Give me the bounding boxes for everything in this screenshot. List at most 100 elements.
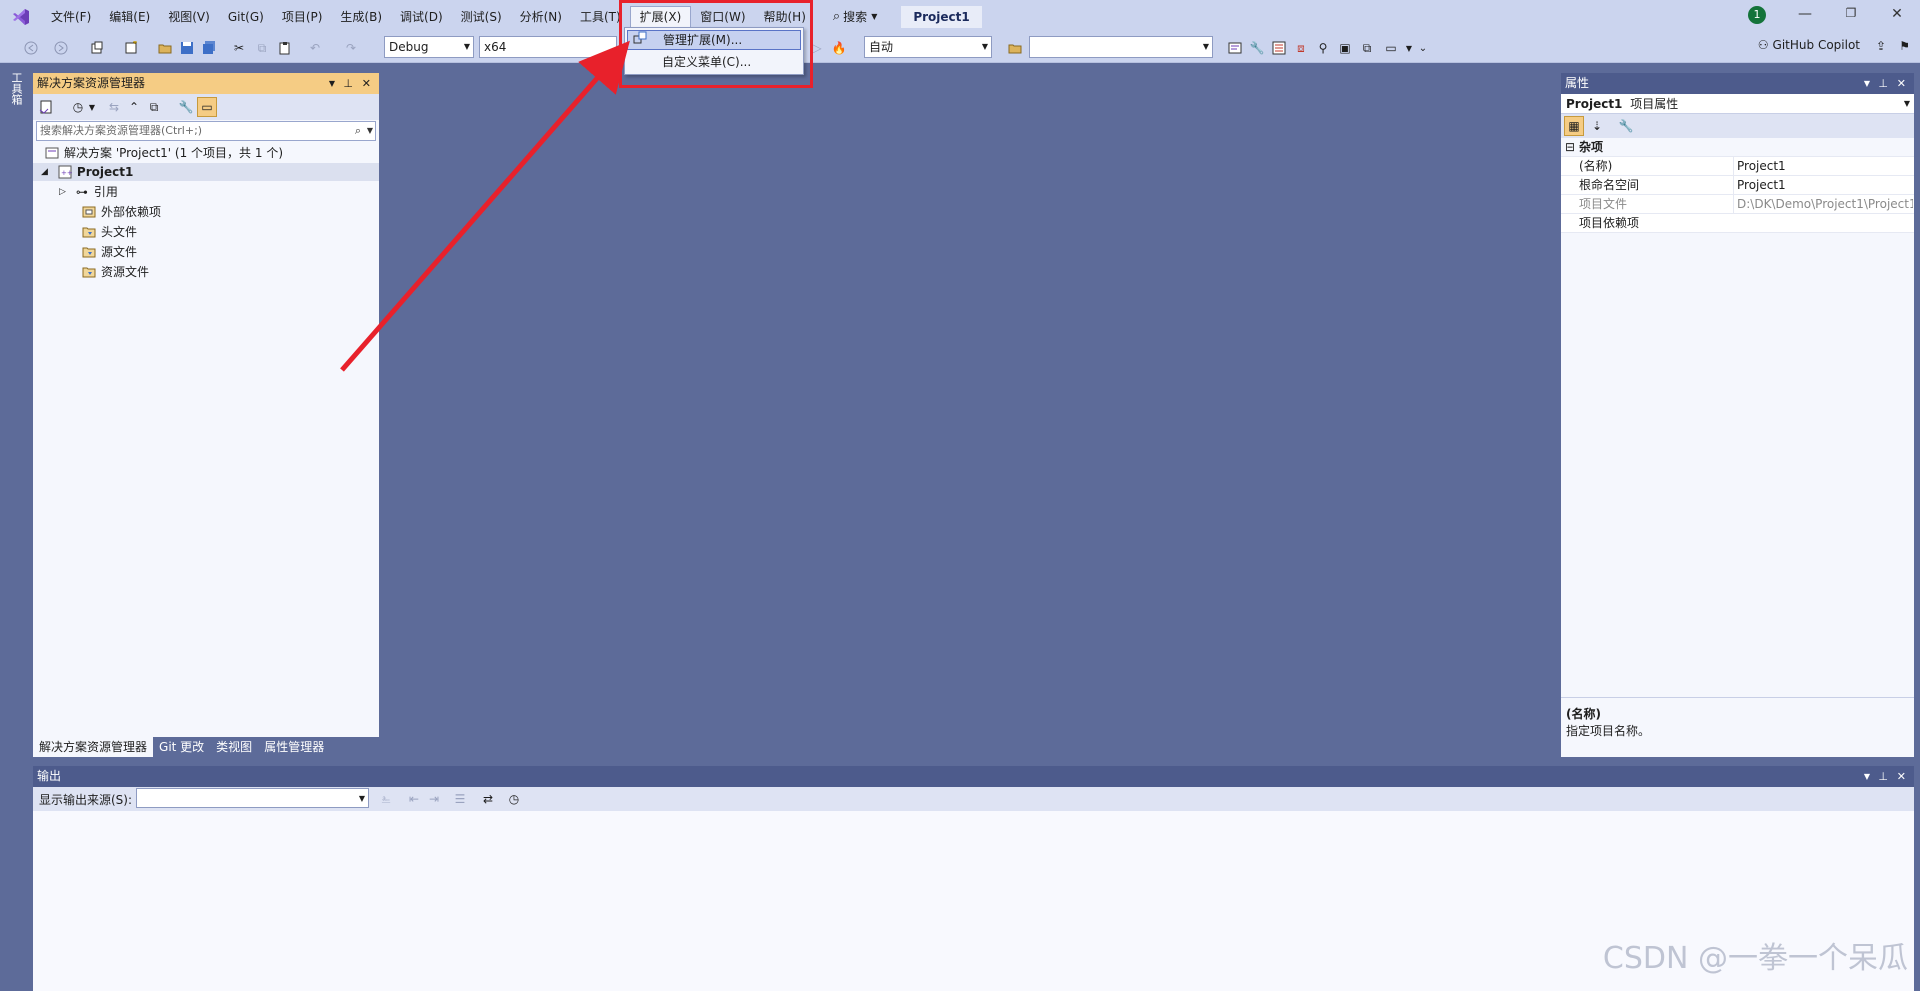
object-browser-icon[interactable]: ⧉: [1358, 39, 1376, 57]
chevron-down-icon[interactable]: ▼: [1864, 766, 1870, 787]
show-all-files-icon[interactable]: ⧉: [145, 98, 163, 116]
tree-solution-node[interactable]: 解决方案 'Project1' (1 个项目，共 1 个): [45, 144, 283, 162]
open-folder-icon[interactable]: [156, 39, 174, 57]
save-icon[interactable]: [178, 39, 196, 57]
close-icon[interactable]: ✕: [1897, 766, 1906, 787]
tree-project-node[interactable]: ◢ ++ Project1: [33, 163, 379, 181]
tree-node-references[interactable]: ▷ ⊶ 引用: [59, 183, 118, 201]
menu-analyze[interactable]: 分析(N): [511, 6, 571, 28]
property-value[interactable]: Project1: [1733, 176, 1913, 195]
restore-button[interactable]: ❐: [1836, 6, 1866, 26]
pin-icon[interactable]: ⊥: [1878, 73, 1888, 94]
solution-explorer-title-bar[interactable]: 解决方案资源管理器 ▼ ⊥ ✕: [33, 73, 379, 94]
solution-tree: 解决方案 'Project1' (1 个项目，共 1 个) ◢ ++ Proje…: [33, 142, 379, 722]
cut-icon[interactable]: ✂: [230, 39, 248, 57]
solution-explorer-search-input[interactable]: 搜索解决方案资源管理器(Ctrl+;) ⌕ ▼: [36, 121, 376, 141]
cpp-project-icon: ++: [58, 165, 72, 179]
find-in-files-icon[interactable]: [1006, 39, 1024, 57]
property-pages-icon[interactable]: [1270, 39, 1288, 57]
properties-wrench-icon[interactable]: 🔧: [177, 98, 195, 116]
visual-studio-logo-icon[interactable]: [10, 6, 32, 28]
properties-wrench-icon[interactable]: 🔧: [1248, 39, 1266, 57]
layout-icon[interactable]: ▭: [1382, 39, 1400, 57]
solution-explorer-icon[interactable]: [1226, 39, 1244, 57]
chevron-down-icon: ▼: [981, 42, 988, 51]
collapse-all-icon[interactable]: ⌃: [125, 98, 143, 116]
paste-icon[interactable]: [276, 39, 294, 57]
preview-selected-icon[interactable]: ▭: [197, 97, 217, 117]
hot-reload-icon[interactable]: 🔥: [830, 39, 848, 57]
properties-title-bar[interactable]: 属性 ▼ ⊥ ✕: [1561, 73, 1914, 94]
collapse-box-icon[interactable]: ⊟: [1565, 138, 1575, 157]
category-row[interactable]: ⊟ 杂项: [1561, 138, 1914, 157]
menu-debug[interactable]: 调试(D): [391, 6, 452, 28]
categorized-icon[interactable]: ▦: [1564, 116, 1584, 136]
back-icon[interactable]: [22, 39, 40, 57]
toolbar-options-icon[interactable]: ⌄: [1414, 39, 1432, 57]
new-project-icon[interactable]: [88, 39, 106, 57]
chevron-down-icon[interactable]: ▼: [83, 98, 101, 116]
property-row[interactable]: 项目依赖项: [1561, 214, 1914, 233]
output-source-select[interactable]: ▼: [136, 788, 369, 808]
menu-file[interactable]: 文件(F): [42, 6, 100, 28]
property-row[interactable]: (名称) Project1: [1561, 157, 1914, 176]
forward-icon[interactable]: [52, 39, 70, 57]
property-row[interactable]: 根命名空间 Project1: [1561, 176, 1914, 195]
tree-node-source-files[interactable]: 源文件: [82, 243, 137, 261]
tab-solution-explorer[interactable]: 解决方案资源管理器: [33, 737, 154, 757]
minimize-button[interactable]: —: [1790, 6, 1820, 26]
external-dependencies-icon: [82, 205, 96, 219]
tree-node-external-deps[interactable]: 外部依赖项: [82, 203, 161, 221]
notification-badge[interactable]: 1: [1748, 6, 1766, 24]
property-pages-wrench-icon[interactable]: 🔧: [1617, 117, 1635, 135]
word-wrap-icon[interactable]: ⇄: [479, 790, 497, 808]
tree-node-header-files[interactable]: 头文件: [82, 223, 137, 241]
find-message-icon[interactable]: ⎁: [377, 790, 395, 808]
toolbox-tab[interactable]: 工具箱: [8, 72, 24, 105]
expanded-arrow-icon[interactable]: ◢: [41, 163, 48, 181]
collapsed-arrow-icon[interactable]: ▷: [59, 183, 66, 201]
close-button[interactable]: ✕: [1882, 6, 1912, 26]
node-label: 源文件: [101, 245, 138, 259]
find-combo[interactable]: ▼: [1029, 36, 1213, 58]
tab-git-changes[interactable]: Git 更改: [153, 737, 210, 757]
timestamp-icon[interactable]: ◷: [505, 790, 523, 808]
close-icon[interactable]: ✕: [1897, 73, 1906, 94]
add-item-icon[interactable]: [122, 39, 140, 57]
sync-icon[interactable]: ⇆: [105, 98, 123, 116]
team-explorer-icon[interactable]: ⚲: [1314, 39, 1332, 57]
menu-test[interactable]: 测试(S): [452, 6, 511, 28]
switch-views-icon[interactable]: [37, 98, 55, 116]
tab-property-manager[interactable]: 属性管理器: [258, 737, 330, 757]
clear-all-icon[interactable]: ☰: [451, 790, 469, 808]
property-grid-empty: [1561, 313, 1914, 697]
class-view-icon[interactable]: ▣: [1336, 39, 1354, 57]
property-row[interactable]: 项目文件 D:\DK\Demo\Project1\Project1: [1561, 195, 1914, 214]
menu-build[interactable]: 生成(B): [331, 6, 391, 28]
search-button[interactable]: ⌕ 搜索 ▼: [833, 8, 877, 25]
menu-edit[interactable]: 编辑(E): [100, 6, 159, 28]
node-label: 引用: [93, 185, 118, 199]
menu-project[interactable]: 项目(P): [273, 6, 332, 28]
save-all-icon[interactable]: [200, 39, 218, 57]
run-mode-select[interactable]: 自动 ▼: [864, 36, 992, 58]
properties-object-select[interactable]: Project1 项目属性 ▼: [1561, 94, 1914, 114]
property-value[interactable]: D:\DK\Demo\Project1\Project1: [1733, 195, 1913, 214]
alphabetical-icon[interactable]: ⇣: [1588, 117, 1606, 135]
tree-node-resource-files[interactable]: 资源文件: [82, 263, 149, 281]
feedback-icon[interactable]: ⚑: [1899, 39, 1910, 53]
output-title-bar[interactable]: 输出 ▼ ⊥ ✕: [33, 766, 1914, 787]
next-message-icon[interactable]: ⇥: [425, 790, 443, 808]
pin-icon[interactable]: ⊥: [1878, 766, 1888, 787]
tab-class-view[interactable]: 类视图: [210, 737, 258, 757]
undo-icon[interactable]: ↶: [306, 39, 324, 57]
chevron-down-icon[interactable]: ▼: [1864, 73, 1870, 94]
previous-message-icon[interactable]: ⇤: [405, 790, 423, 808]
github-copilot-button[interactable]: ⚇ GitHub Copilot: [1758, 38, 1860, 52]
share-icon[interactable]: ⇪: [1876, 39, 1886, 53]
property-value[interactable]: Project1: [1733, 157, 1913, 176]
toolbox-icon[interactable]: ⧈: [1292, 39, 1310, 57]
menu-git[interactable]: Git(G): [219, 6, 273, 28]
copy-icon[interactable]: ⧉: [253, 39, 271, 57]
menu-view[interactable]: 视图(V): [159, 6, 219, 28]
